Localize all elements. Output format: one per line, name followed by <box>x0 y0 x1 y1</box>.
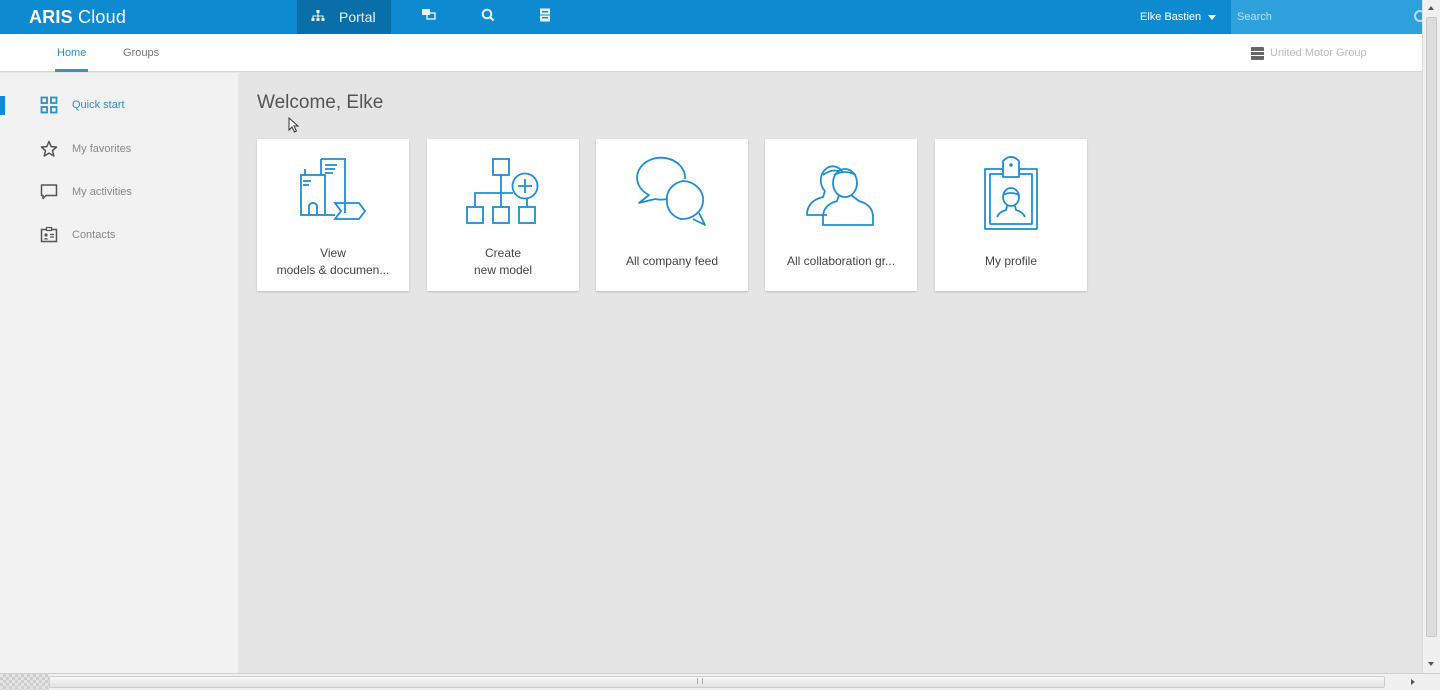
administration-icon <box>539 8 551 27</box>
logo-light: Cloud <box>72 7 127 27</box>
sidebar-item-my-favorites[interactable]: My favorites <box>0 134 238 164</box>
search-submit-icon[interactable] <box>1414 10 1422 22</box>
speech-bubble-icon <box>39 182 59 202</box>
sidebar-item-label: My activities <box>72 186 132 198</box>
global-search <box>1231 0 1422 34</box>
tab-groups-label: Groups <box>123 47 160 59</box>
card-title-line2: new model <box>473 263 533 277</box>
model-add-icon <box>427 155 579 235</box>
mouse-cursor-icon <box>288 116 300 138</box>
collaboration-icon <box>421 8 437 27</box>
app-logo[interactable]: ARIS Cloud <box>29 7 126 28</box>
card-create-model[interactable]: Create new model <box>427 139 579 291</box>
card-title: Create new model <box>431 245 575 279</box>
sub-navigation: Home Groups United Motor Group <box>0 34 1422 72</box>
aris-cloud-app: ARIS Cloud Portal Elke Bastien Search Ho… <box>0 0 1422 673</box>
horizontal-scrollbar[interactable] <box>0 673 1440 690</box>
nav-administration[interactable] <box>530 0 560 34</box>
scrollbar-corner <box>0 674 49 690</box>
search-input[interactable] <box>1231 0 1422 34</box>
card-my-profile[interactable]: My profile <box>935 139 1087 291</box>
card-title: All collaboration gr... <box>786 254 896 268</box>
card-title: View models & documen... <box>261 245 405 279</box>
nav-collaboration[interactable] <box>414 0 444 34</box>
card-title-line1: Create <box>484 246 522 260</box>
main-content: Welcome, Elke View models & documen... C… <box>238 73 1422 673</box>
sitemap-icon <box>311 9 325 25</box>
nav-portal-label: Portal <box>339 9 376 25</box>
chevron-down-icon <box>1208 14 1217 20</box>
star-icon <box>39 139 59 159</box>
nav-portal[interactable]: Portal <box>297 0 391 34</box>
user-name: Elke Bastien <box>1140 11 1202 23</box>
people-group-icon <box>765 155 917 235</box>
card-company-feed[interactable]: All company feed <box>596 139 748 291</box>
logo-bold: ARIS <box>29 7 73 27</box>
chat-bubbles-icon <box>596 155 748 235</box>
tab-home-label: Home <box>57 47 87 59</box>
tab-home[interactable]: Home <box>54 34 89 72</box>
tab-groups[interactable]: Groups <box>123 34 159 72</box>
card-title-line1: View <box>320 246 346 260</box>
organization-selector[interactable]: United Motor Group <box>1251 34 1367 72</box>
scroll-right-arrow-icon[interactable] <box>1411 679 1415 685</box>
search-icon <box>481 8 495 27</box>
sidebar-item-quick-start[interactable]: Quick start <box>0 90 238 120</box>
card-collaboration-groups[interactable]: All collaboration gr... <box>765 139 917 291</box>
grid-icon <box>39 95 59 115</box>
buildings-process-icon <box>257 155 409 235</box>
sidebar: Quick start My favorites My activities C… <box>0 73 238 673</box>
sidebar-item-label: Contacts <box>72 229 116 241</box>
building-icon <box>1251 46 1264 60</box>
card-title: All company feed <box>625 254 719 268</box>
sidebar-item-label: Quick start <box>72 99 125 111</box>
card-title-line2: models & documen... <box>276 263 390 277</box>
page-title: Welcome, Elke <box>257 92 384 113</box>
scroll-down-arrow-icon[interactable] <box>1428 662 1434 666</box>
contact-card-icon <box>39 225 59 245</box>
card-view-models[interactable]: View models & documen... <box>257 139 409 291</box>
nav-search[interactable] <box>473 0 503 34</box>
sidebar-item-contacts[interactable]: Contacts <box>0 220 238 250</box>
scroll-grip-icon <box>697 678 703 684</box>
top-bar: ARIS Cloud Portal Elke Bastien <box>0 0 1422 34</box>
card-title: My profile <box>984 254 1037 268</box>
vertical-scrollbar[interactable] <box>1422 0 1440 673</box>
sidebar-item-label: My favorites <box>72 143 132 155</box>
sidebar-item-my-activities[interactable]: My activities <box>0 177 238 207</box>
user-menu[interactable]: Elke Bastien <box>1140 0 1217 34</box>
organization-name: United Motor Group <box>1270 47 1367 59</box>
vertical-scroll-thumb[interactable] <box>1426 17 1437 637</box>
id-badge-icon <box>935 155 1087 235</box>
scroll-up-arrow-icon[interactable] <box>1428 6 1434 10</box>
horizontal-scroll-thumb[interactable] <box>49 676 1385 688</box>
